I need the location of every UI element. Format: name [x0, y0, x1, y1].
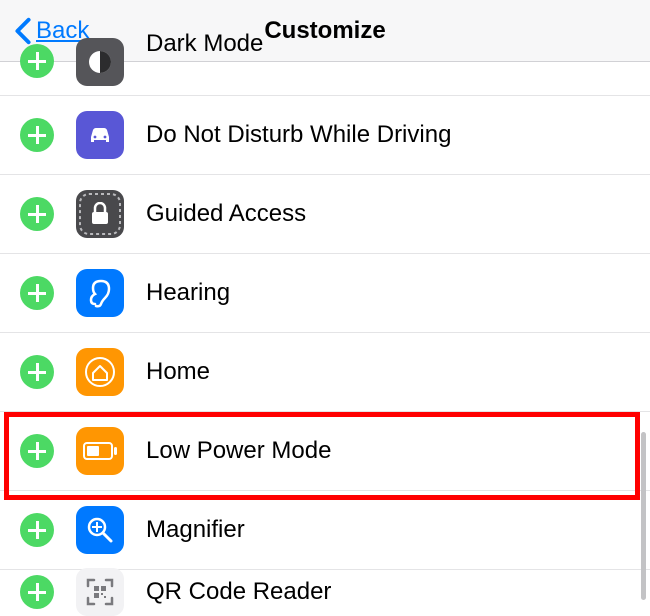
- row-label: Magnifier: [146, 516, 245, 544]
- add-button[interactable]: [20, 276, 54, 310]
- list-item-guided-access[interactable]: Guided Access: [0, 175, 650, 254]
- add-button[interactable]: [20, 118, 54, 152]
- scrollbar[interactable]: [641, 432, 646, 600]
- qr-code-icon: [76, 568, 124, 616]
- back-button[interactable]: Back: [0, 17, 89, 45]
- battery-icon: [76, 427, 124, 475]
- list-item-hearing[interactable]: Hearing: [0, 254, 650, 333]
- home-icon: [76, 348, 124, 396]
- list-item-low-power-mode[interactable]: Low Power Mode: [0, 412, 650, 491]
- add-button[interactable]: [20, 44, 54, 78]
- dark-mode-icon: [76, 38, 124, 86]
- list-item-magnifier[interactable]: Magnifier: [0, 491, 650, 570]
- page-title: Customize: [264, 17, 385, 45]
- add-button[interactable]: [20, 355, 54, 389]
- row-label: Home: [146, 358, 210, 386]
- list-item-dnd-driving[interactable]: Do Not Disturb While Driving: [0, 96, 650, 175]
- row-label: Guided Access: [146, 200, 306, 228]
- magnifier-icon: [76, 506, 124, 554]
- lock-icon: [76, 190, 124, 238]
- row-label: Low Power Mode: [146, 437, 331, 465]
- list-item-home[interactable]: Home: [0, 333, 650, 412]
- row-label: QR Code Reader: [146, 578, 331, 606]
- add-button[interactable]: [20, 575, 54, 609]
- list-item-qr-code-reader[interactable]: QR Code Reader: [0, 570, 650, 614]
- chevron-left-icon: [14, 17, 32, 45]
- list-item-dark-mode[interactable]: Dark Mode: [0, 62, 650, 96]
- row-label: Dark Mode: [146, 30, 263, 58]
- row-label: Hearing: [146, 279, 230, 307]
- add-button[interactable]: [20, 434, 54, 468]
- ear-icon: [76, 269, 124, 317]
- add-button[interactable]: [20, 513, 54, 547]
- add-button[interactable]: [20, 197, 54, 231]
- controls-list: Dark Mode Do Not Disturb While Driving G…: [0, 62, 650, 614]
- car-icon: [76, 111, 124, 159]
- row-label: Do Not Disturb While Driving: [146, 121, 451, 149]
